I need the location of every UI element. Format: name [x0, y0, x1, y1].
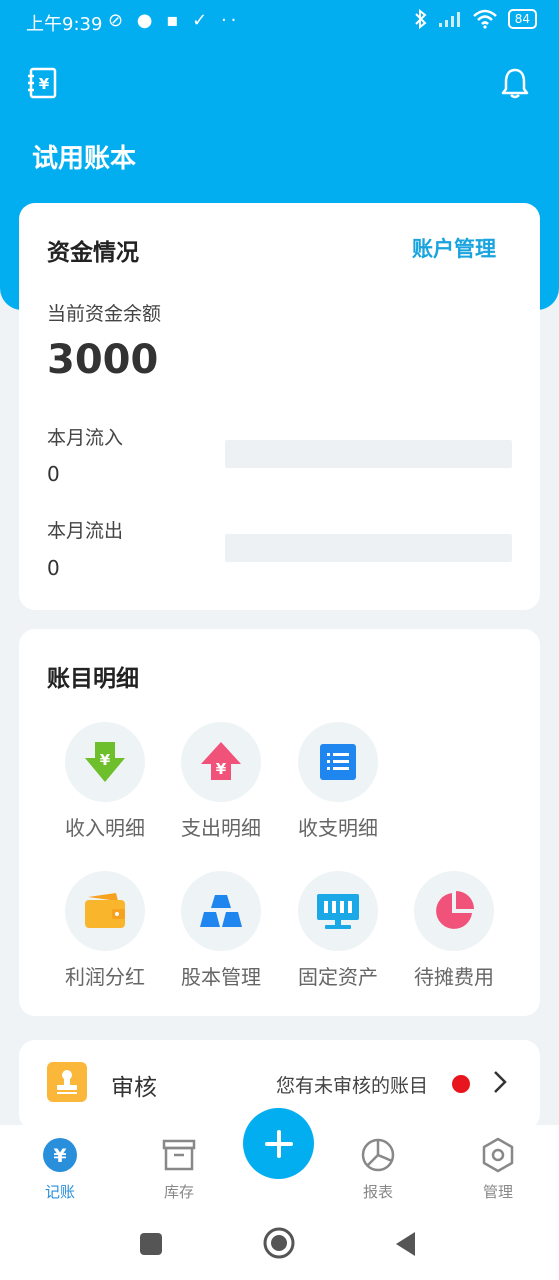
fixed-assets-item[interactable]: 固定资产	[283, 871, 393, 990]
nav-reports-label: 报表	[362, 1183, 393, 1201]
inflow-value: 0	[47, 462, 60, 486]
balance-label: 当前资金余额	[47, 303, 162, 325]
pie-chart-icon	[361, 1138, 395, 1172]
account-detail-card: 账目明细 ¥ 收入明细 ¥ 支出明细 收支明细 利润分红 股本管理 固定资产 待…	[19, 629, 540, 1016]
nav-manage[interactable]: 管理	[458, 1137, 538, 1202]
nav-inventory[interactable]: 库存	[139, 1137, 219, 1202]
nav-bookkeeping-label: 记账	[44, 1183, 75, 1201]
nav-manage-label: 管理	[482, 1183, 513, 1201]
svg-text:¥: ¥	[53, 1145, 66, 1167]
status-time: 上午9:39	[26, 14, 103, 35]
account-management-link[interactable]: 账户管理	[412, 233, 496, 263]
balance-value: 3000	[47, 337, 159, 383]
income-expense-detail-label: 收支明细	[298, 816, 378, 840]
detail-card-title: 账目明细	[47, 666, 139, 692]
ledger-icon[interactable]: ¥	[26, 66, 60, 100]
inflow-bar	[225, 440, 512, 468]
outflow-value: 0	[47, 556, 60, 580]
bell-icon[interactable]	[498, 66, 532, 100]
fund-overview-card: 资金情况 账户管理 当前资金余额 3000 本月流入 0 本月流出 0	[19, 203, 540, 610]
plus-icon	[264, 1129, 293, 1158]
income-detail-label: 收入明细	[65, 816, 145, 840]
svg-text:¥: ¥	[39, 75, 50, 93]
profit-dividend-item[interactable]: 利润分红	[50, 871, 160, 990]
prepaid-expenses-item[interactable]: 待摊费用	[399, 871, 509, 990]
expense-detail-item[interactable]: ¥ 支出明细	[166, 722, 276, 841]
signal-icon	[438, 12, 460, 27]
expense-detail-label: 支出明细	[181, 816, 261, 840]
wallet-icon	[85, 893, 125, 928]
add-entry-button[interactable]	[243, 1108, 314, 1179]
bluetooth-icon	[415, 9, 427, 29]
income-icon-circle: ¥	[65, 722, 145, 802]
list-icon	[320, 744, 356, 780]
stamp-icon	[47, 1062, 87, 1102]
audit-title: 审核	[111, 1075, 157, 1101]
status-right-icons: 84	[414, 9, 537, 29]
monitor-icon	[317, 894, 359, 929]
archive-box-icon	[162, 1139, 196, 1171]
audit-message: 您有未审核的账目	[275, 1075, 428, 1097]
wallet-icon-circle	[65, 871, 145, 951]
nav-inventory-label: 库存	[163, 1183, 194, 1201]
income-arrow-down-icon: ¥	[85, 742, 125, 782]
income-expense-detail-item[interactable]: 收支明细	[283, 722, 393, 841]
status-notification-icons: ⊘ ● ▪ ✓ ··	[108, 10, 241, 31]
pie-icon	[436, 891, 474, 929]
equity-management-label: 股本管理	[181, 965, 261, 989]
fund-card-title: 资金情况	[47, 240, 139, 266]
prepaid-expenses-label: 待摊费用	[414, 965, 494, 989]
system-navigation-bar	[0, 1215, 559, 1280]
nav-reports[interactable]: 报表	[338, 1137, 418, 1202]
outflow-bar	[225, 534, 512, 562]
battery-icon: 84	[507, 9, 537, 29]
expense-arrow-up-icon: ¥	[201, 742, 241, 780]
book-title: 试用账本	[32, 144, 137, 174]
expense-icon-circle: ¥	[181, 722, 261, 802]
stack-icon	[200, 895, 242, 927]
wifi-icon	[472, 9, 497, 29]
svg-text:¥: ¥	[100, 751, 111, 769]
pie-icon-circle	[414, 871, 494, 951]
monitor-icon-circle	[298, 871, 378, 951]
list-icon-circle	[298, 722, 378, 802]
unread-dot-icon	[452, 1075, 470, 1093]
stack-icon-circle	[181, 871, 261, 951]
fixed-assets-label: 固定资产	[298, 965, 378, 989]
yen-circle-icon: ¥	[43, 1138, 77, 1172]
equity-management-item[interactable]: 股本管理	[166, 871, 276, 990]
recents-square-icon[interactable]	[139, 1232, 163, 1256]
chevron-right-icon[interactable]	[490, 1069, 510, 1095]
profit-dividend-label: 利润分红	[65, 965, 145, 989]
status-bar: 上午9:39 ⊘ ● ▪ ✓ ·· 84	[0, 0, 559, 44]
outflow-label: 本月流出	[47, 520, 124, 542]
home-circle-icon[interactable]	[263, 1227, 295, 1259]
inflow-label: 本月流入	[47, 427, 124, 449]
nav-bookkeeping[interactable]: ¥ 记账	[20, 1137, 100, 1202]
svg-text:¥: ¥	[216, 760, 227, 778]
back-triangle-icon[interactable]	[393, 1230, 417, 1258]
income-detail-item[interactable]: ¥ 收入明细	[50, 722, 160, 841]
hexagon-settings-icon	[482, 1137, 514, 1173]
